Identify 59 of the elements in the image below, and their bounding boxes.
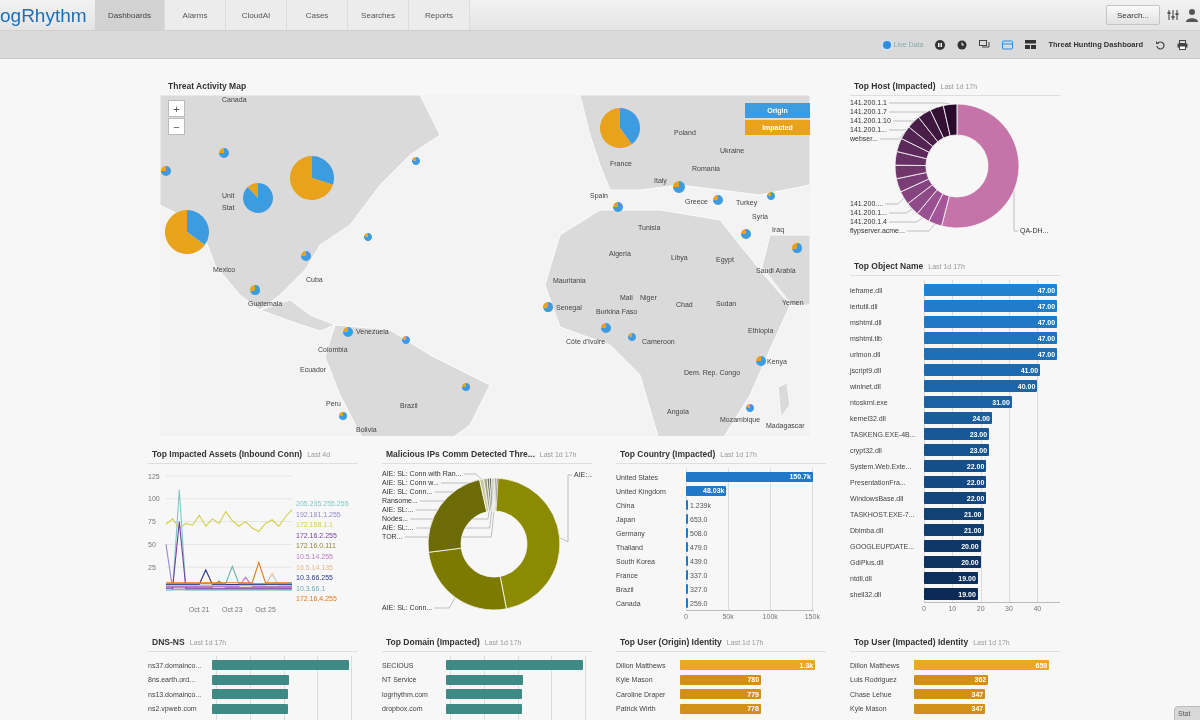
sliders-icon[interactable] — [1166, 8, 1180, 22]
print-icon[interactable] — [1177, 39, 1188, 50]
pie-marker — [165, 210, 209, 254]
panel-title: Threat Activity Map — [168, 81, 247, 91]
pie-marker — [290, 156, 334, 200]
pie-marker — [462, 383, 470, 391]
pie-marker — [339, 412, 347, 420]
pie-marker — [600, 108, 640, 148]
search-button[interactable]: Search... — [1106, 5, 1160, 25]
pie-marker — [412, 157, 420, 165]
panel-title: Top User (Impacted) Identity — [854, 637, 969, 647]
dashboard-icon[interactable] — [1025, 40, 1037, 49]
panel-title: Top Impacted Assets (Inbound Conn) — [152, 449, 303, 459]
panel-title: Top Host (Impacted) — [854, 81, 936, 91]
pie-marker — [543, 302, 553, 312]
pie-marker — [301, 251, 311, 261]
leader-line — [888, 208, 913, 214]
leader-line — [559, 474, 573, 543]
nav-tab[interactable]: Searches — [348, 0, 409, 30]
pie-marker — [243, 183, 273, 213]
panel-title: Top User (Origin) Identity — [620, 637, 722, 647]
pie-marker — [161, 166, 171, 176]
panel-title: Top Domain (Impacted) — [386, 637, 480, 647]
zoom-in-button[interactable]: + — [168, 100, 185, 117]
pie-marker — [343, 327, 353, 337]
panel-title: DNS-NS — [152, 637, 185, 647]
pie-marker — [741, 229, 751, 239]
undo-icon[interactable] — [1155, 39, 1165, 50]
pie-marker — [613, 202, 623, 212]
pie-marker — [402, 336, 410, 344]
nav-tab[interactable]: Alarms — [165, 0, 226, 30]
nav-tab[interactable]: Reports — [409, 0, 470, 30]
pie-marker — [767, 192, 775, 200]
pie-marker — [746, 404, 754, 412]
nav-tab[interactable]: Cases — [287, 0, 348, 30]
zoom-out-button[interactable]: − — [168, 118, 185, 135]
pie-marker — [364, 233, 372, 241]
leader-line — [433, 597, 456, 609]
pie-marker — [628, 333, 636, 341]
pie-marker — [792, 243, 802, 253]
pie-marker — [713, 195, 723, 205]
nav-tab[interactable]: CloudAI — [226, 0, 287, 30]
user-icon[interactable] — [1186, 8, 1198, 22]
chat-icon[interactable] — [979, 39, 991, 50]
panel-title: Top Country (Impacted) — [620, 449, 716, 459]
pie-marker — [601, 323, 611, 333]
pie-marker — [219, 148, 229, 158]
leader-line — [884, 197, 905, 205]
pause-icon[interactable] — [935, 39, 946, 50]
panel-title: Top Object Name — [854, 261, 924, 271]
pie-marker — [250, 285, 260, 295]
nav-tab[interactable]: Dashboards — [95, 0, 165, 30]
donut-slice — [908, 116, 939, 147]
logo-text: ogRhythm — [0, 4, 88, 28]
panel-title: Malicious IPs Comm Detected Thre... — [386, 449, 535, 459]
pie-marker — [673, 181, 685, 193]
pie-marker — [756, 356, 766, 366]
clock-icon[interactable] — [957, 39, 968, 50]
donut-slice — [907, 184, 938, 214]
